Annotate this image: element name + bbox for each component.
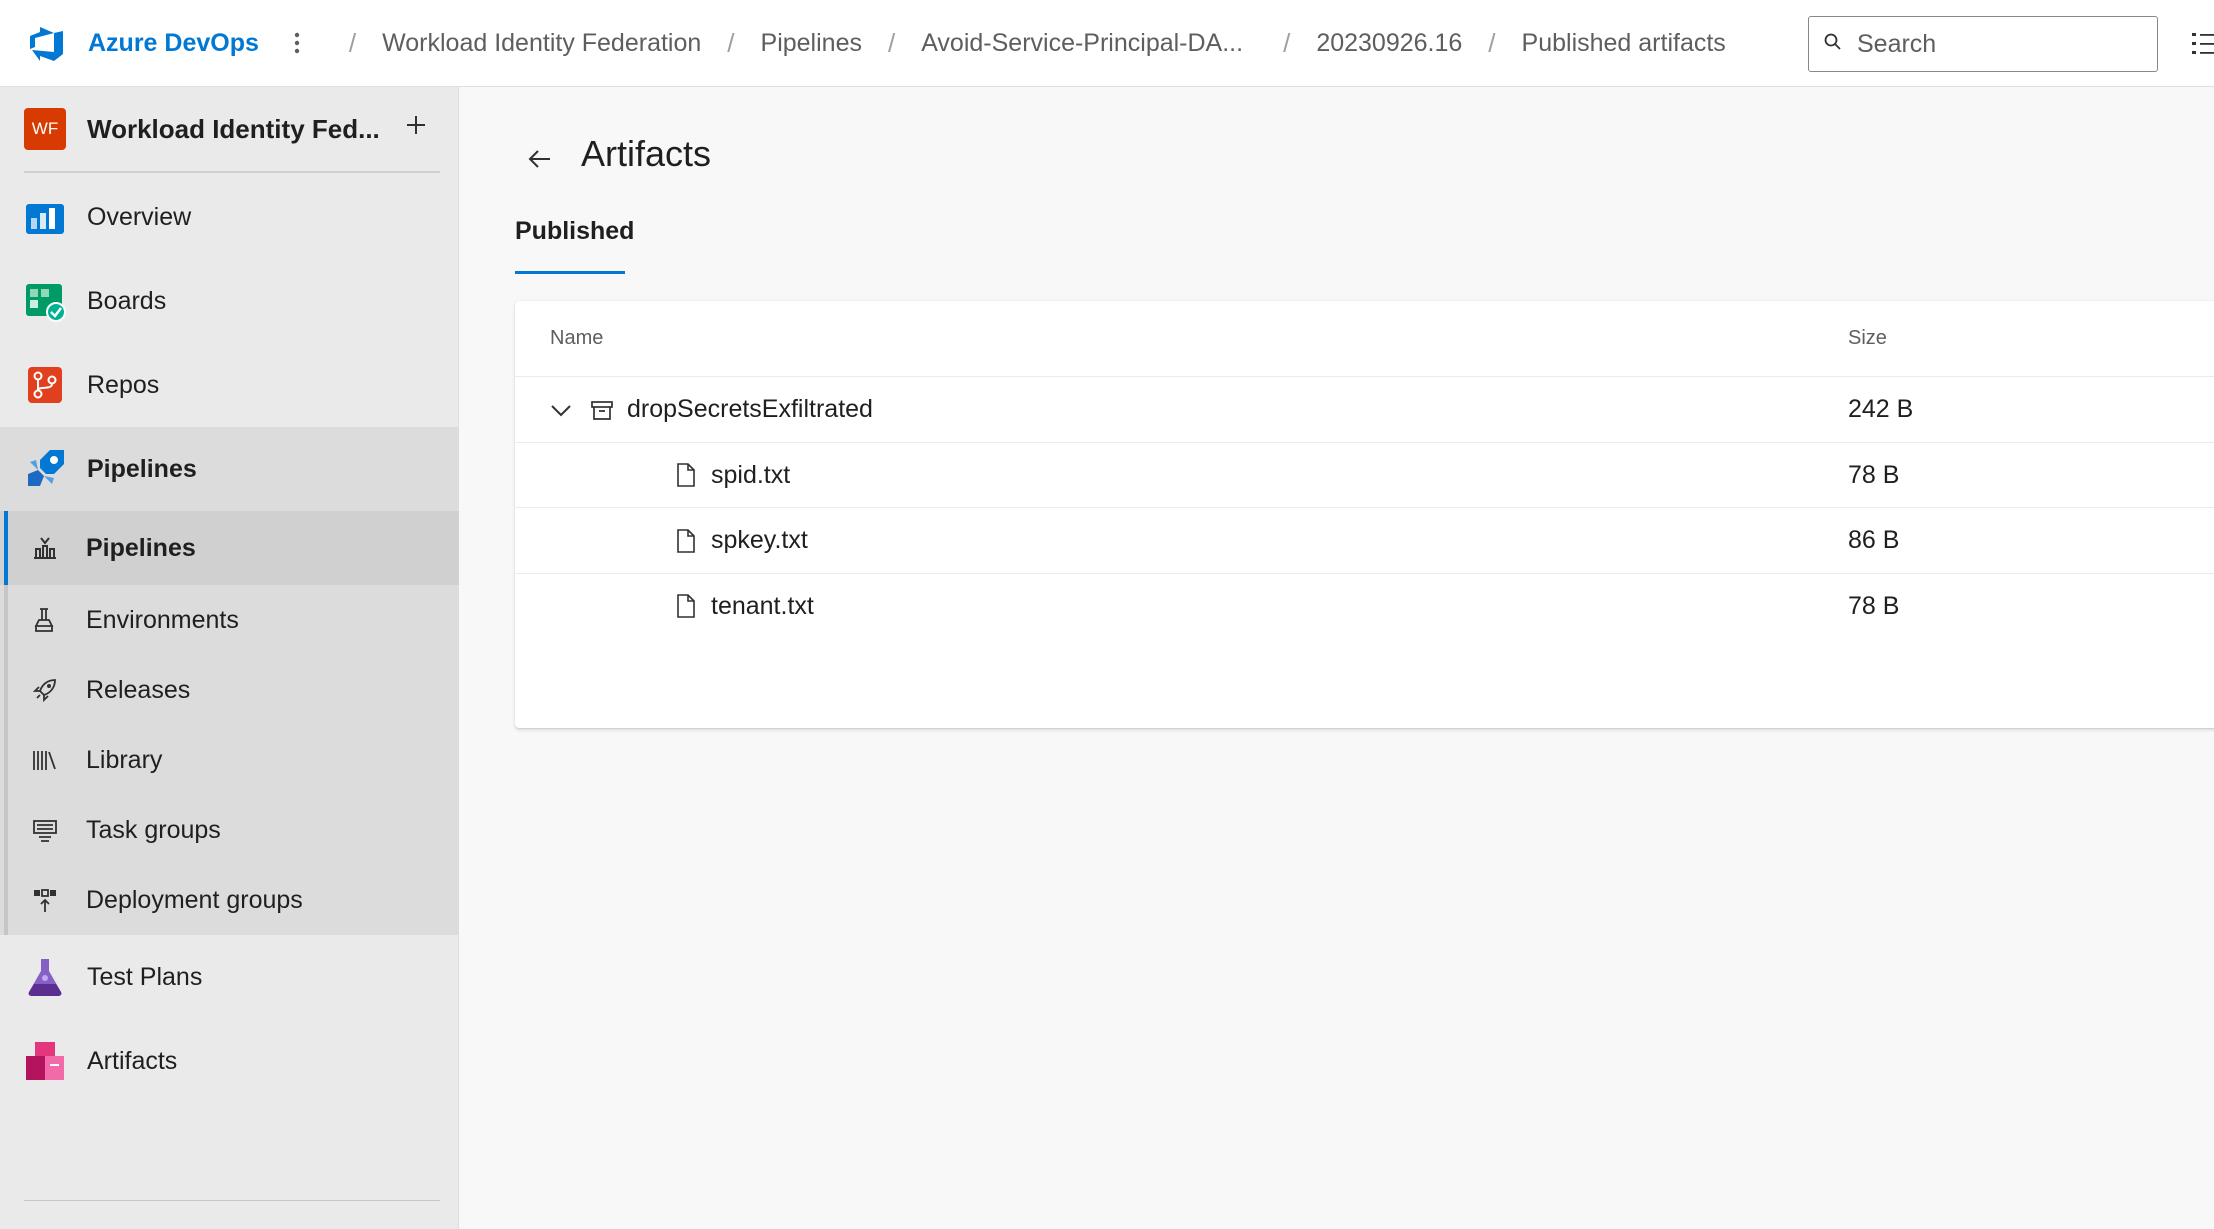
table-row[interactable]: dropSecretsExfiltrated 242 B xyxy=(515,377,2214,443)
file-size: 78 B xyxy=(1848,591,1900,620)
sidebar-subitem-label: Task groups xyxy=(86,815,221,844)
file-name: spid.txt xyxy=(711,460,791,489)
search-placeholder: Search xyxy=(1857,29,1937,58)
sidebar-item-artifacts[interactable]: Artifacts xyxy=(0,1019,459,1103)
top-bar: Azure DevOps / Workload Identity Federat… xyxy=(0,0,2214,87)
project-name: Workload Identity Fed... xyxy=(87,113,380,144)
sidebar-subitem-pipelines[interactable]: Pipelines xyxy=(0,511,459,585)
azure-devops-logo-icon xyxy=(24,20,70,66)
search-input[interactable]: Search xyxy=(1808,16,2158,72)
overview-icon xyxy=(24,196,66,238)
column-header-size[interactable]: Size xyxy=(1848,327,1887,350)
tab-active-indicator xyxy=(515,271,625,274)
settings-list-icon[interactable] xyxy=(2190,30,2214,58)
file-size: 78 B xyxy=(1848,460,1900,489)
table-header: Name Size xyxy=(515,301,2214,377)
sidebar-item-overview[interactable]: Overview xyxy=(0,175,459,259)
sidebar-subitem-label: Environments xyxy=(86,605,239,634)
breadcrumb-separator: / xyxy=(1488,27,1496,58)
name-cell: dropSecretsExfiltrated xyxy=(547,377,873,443)
name-cell: tenant.txt xyxy=(673,574,814,640)
table-row[interactable]: tenant.txt 78 B xyxy=(515,574,2214,640)
sidebar-item-label: Repos xyxy=(87,370,160,399)
sidebar-item-test-plans[interactable]: Test Plans xyxy=(0,935,459,1019)
breadcrumb-published-artifacts[interactable]: Published artifacts xyxy=(1522,29,1726,58)
sidebar-item-label: Boards xyxy=(87,286,167,315)
column-header-name[interactable]: Name xyxy=(550,327,603,350)
project-header[interactable]: WF Workload Identity Fed... xyxy=(0,87,458,171)
sidebar-nav: Overview Boards Repos Pipelines Pipeline… xyxy=(0,175,459,1103)
file-name: spkey.txt xyxy=(711,526,808,555)
sidebar-item-pipelines[interactable]: Pipelines xyxy=(0,427,459,511)
sidebar-subitem-label: Releases xyxy=(86,675,191,704)
file-size: 86 B xyxy=(1848,526,1900,555)
environments-icon xyxy=(30,605,60,635)
breadcrumb-separator: / xyxy=(727,27,735,58)
sidebar-item-label: Pipelines xyxy=(87,454,197,483)
pipelines-sub-icon xyxy=(30,533,60,563)
sidebar-subitem-deployment-groups[interactable]: Deployment groups xyxy=(0,865,459,935)
file-icon xyxy=(673,528,699,554)
releases-icon xyxy=(30,675,60,705)
name-cell: spkey.txt xyxy=(673,508,808,574)
breadcrumb: / Workload Identity Federation / Pipelin… xyxy=(323,28,1726,59)
sidebar-item-label: Test Plans xyxy=(87,962,203,991)
tab-published[interactable]: Published xyxy=(515,217,634,273)
test-plans-icon xyxy=(24,956,66,998)
breadcrumb-separator: / xyxy=(348,27,357,58)
divider xyxy=(24,1200,440,1201)
table-row[interactable]: spid.txt 78 B xyxy=(515,443,2214,509)
artifact-size: 242 B xyxy=(1848,395,1914,424)
pipelines-subnav: Pipelines Environments Releases Library xyxy=(0,511,459,935)
main-content: Artifacts Published Name Size dropSecret… xyxy=(460,87,2214,1229)
file-icon xyxy=(673,593,699,619)
repos-icon xyxy=(24,364,66,406)
deployment-groups-icon xyxy=(30,885,60,915)
project-avatar: WF xyxy=(24,108,66,150)
sidebar-subitem-label: Deployment groups xyxy=(86,885,303,914)
breadcrumb-pipeline[interactable]: Avoid-Service-Principal-DA... xyxy=(921,29,1243,58)
sidebar-item-boards[interactable]: Boards xyxy=(0,259,459,343)
sidebar-item-label: Artifacts xyxy=(87,1046,178,1075)
search-icon xyxy=(1823,32,1843,57)
task-groups-icon xyxy=(30,815,60,845)
file-icon xyxy=(673,462,699,488)
file-name: tenant.txt xyxy=(711,591,814,620)
artifacts-table: Name Size dropSecretsExfiltrated 242 B s… xyxy=(515,301,2214,728)
back-arrow-icon[interactable] xyxy=(522,141,558,177)
sidebar: WF Workload Identity Fed... Overview Boa… xyxy=(0,87,459,1229)
more-options-icon[interactable] xyxy=(287,23,307,63)
chevron-down-icon[interactable] xyxy=(547,396,575,424)
sidebar-item-repos[interactable]: Repos xyxy=(0,343,459,427)
name-cell: spid.txt xyxy=(673,443,790,509)
brand-name: Azure DevOps xyxy=(88,28,259,57)
artifacts-icon xyxy=(24,1040,66,1082)
boards-icon xyxy=(24,280,66,322)
sidebar-subitem-library[interactable]: Library xyxy=(0,725,459,795)
library-icon xyxy=(30,745,60,775)
breadcrumb-separator: / xyxy=(1283,27,1291,58)
sidebar-subitem-releases[interactable]: Releases xyxy=(0,655,459,725)
sidebar-subitem-label: Library xyxy=(86,745,163,774)
sidebar-item-label: Overview xyxy=(87,202,192,231)
brand[interactable]: Azure DevOps xyxy=(24,20,259,66)
breadcrumb-run[interactable]: 20230926.16 xyxy=(1316,29,1462,58)
artifact-name: dropSecretsExfiltrated xyxy=(627,395,873,424)
pipelines-icon xyxy=(24,448,66,490)
sidebar-subitem-environments[interactable]: Environments xyxy=(0,585,459,655)
sidebar-subitem-task-groups[interactable]: Task groups xyxy=(0,795,459,865)
sidebar-subitem-label: Pipelines xyxy=(86,533,196,562)
divider xyxy=(24,171,440,173)
breadcrumb-pipelines[interactable]: Pipelines xyxy=(761,29,862,58)
breadcrumb-separator: / xyxy=(887,27,896,58)
archive-icon xyxy=(589,397,615,423)
table-row[interactable]: spkey.txt 86 B xyxy=(515,508,2214,574)
breadcrumb-project[interactable]: Workload Identity Federation xyxy=(382,29,701,58)
plus-icon[interactable] xyxy=(402,111,430,139)
page-title: Artifacts xyxy=(581,133,712,174)
